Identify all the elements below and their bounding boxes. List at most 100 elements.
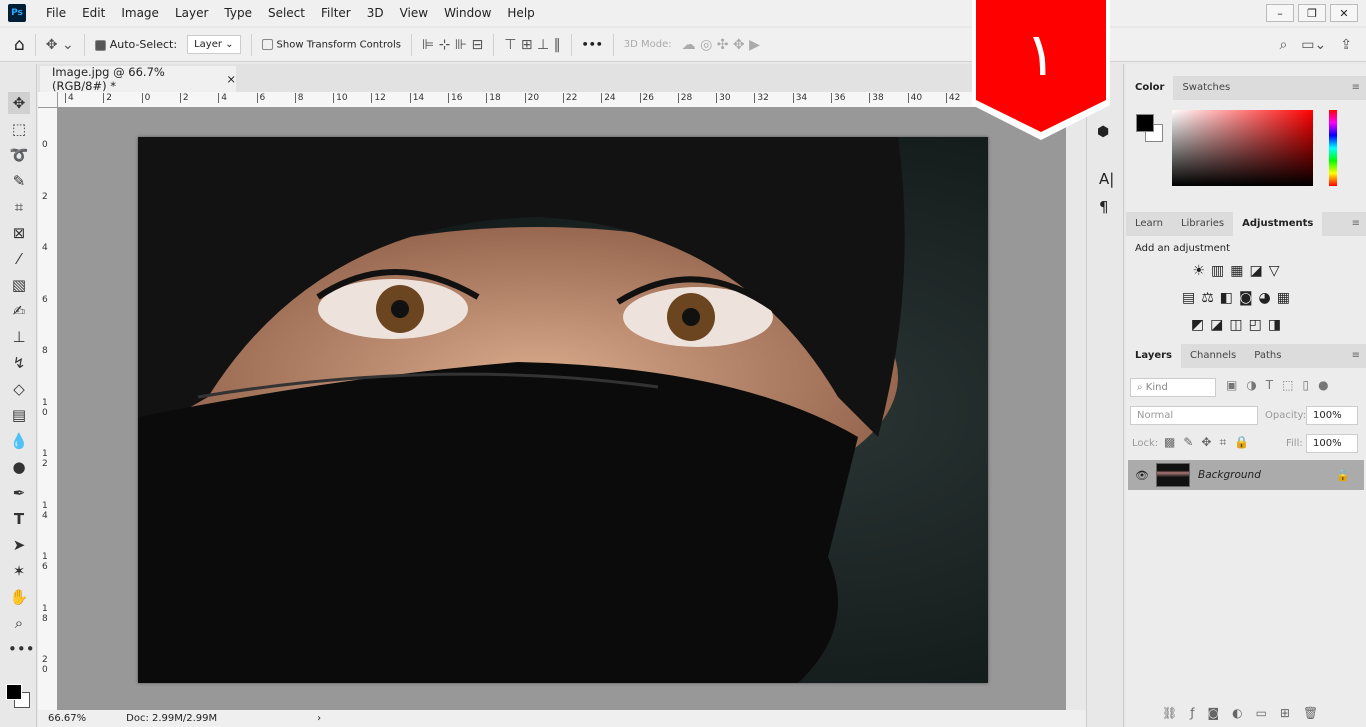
type-tool-icon[interactable]: T <box>8 508 30 530</box>
foreground-color-swatch[interactable] <box>6 684 22 700</box>
vertical-ruler[interactable]: 0 2 4 6 8 10 12 14 16 18 20 <box>38 108 58 710</box>
ruler-label: 42 <box>945 93 960 103</box>
eraser-tool-icon[interactable]: ◇ <box>8 378 30 400</box>
woman-in-niqab-photo <box>138 137 988 683</box>
blend-mode-select[interactable]: Normal <box>1130 406 1258 425</box>
ruler-label: 2 <box>103 93 112 103</box>
gradient-tool-icon[interactable]: ▤ <box>8 404 30 426</box>
move-tool-icon[interactable]: ✥ <box>8 92 30 114</box>
color-foreground-swatch[interactable] <box>1136 114 1154 132</box>
tab-layers[interactable]: Layers <box>1126 344 1181 368</box>
dodge-tool-icon[interactable]: ● <box>8 456 30 478</box>
menu-file[interactable]: File <box>38 6 74 20</box>
layer-select-dropdown[interactable]: Layer ⌄ <box>187 35 241 54</box>
tab-learn[interactable]: Learn <box>1126 212 1172 236</box>
more-options-button[interactable]: ••• <box>582 38 603 51</box>
magic-wand-tool-icon[interactable]: ✎ <box>8 170 30 192</box>
document-image[interactable] <box>138 137 988 683</box>
ruler-origin[interactable] <box>38 92 58 108</box>
close-tab-icon[interactable]: × <box>226 72 236 86</box>
history-brush-tool-icon[interactable]: ↯ <box>8 352 30 374</box>
menu-help[interactable]: Help <box>499 6 542 20</box>
minimize-button[interactable]: – <box>1266 4 1294 22</box>
zoom-level[interactable]: 66.67% <box>48 713 86 724</box>
tab-libraries[interactable]: Libraries <box>1172 212 1233 236</box>
restore-button[interactable]: ❐ <box>1298 4 1326 22</box>
fill-input[interactable]: 100% <box>1306 434 1358 453</box>
lock-icons[interactable]: ▩✎✥⌗🔒 <box>1164 435 1257 450</box>
hand-tool-icon[interactable]: ✋ <box>8 586 30 608</box>
menu-layer[interactable]: Layer <box>167 6 216 20</box>
ruler-label: 28 <box>677 93 692 103</box>
tab-color[interactable]: Color <box>1126 76 1174 100</box>
layer-name[interactable]: Background <box>1198 469 1261 481</box>
move-tool-preset-icon[interactable]: ✥ ⌄ <box>46 37 74 53</box>
crop-tool-icon[interactable]: ⌗ <box>8 196 30 218</box>
menu-filter[interactable]: Filter <box>313 6 359 20</box>
status-menu-arrow[interactable]: › <box>317 713 321 724</box>
edit-toolbar-icon[interactable]: ••• <box>8 638 35 660</box>
search-icon[interactable]: ⌕ <box>1279 37 1287 53</box>
menu-3d[interactable]: 3D <box>359 6 392 20</box>
collapsed-panels-strip: ⬢ A| ¶ <box>1086 64 1124 727</box>
step-number-badge: ١ <box>972 0 1110 140</box>
ruler-label: 2 <box>42 191 48 202</box>
tab-paths[interactable]: Paths <box>1245 344 1290 368</box>
blur-tool-icon[interactable]: 💧 <box>8 430 30 452</box>
layers-footer-icons[interactable]: ⛓ƒ◙◐▭⊞🗑 <box>1162 706 1331 720</box>
layer-filter-kind[interactable]: ⌕ Kind <box>1130 378 1216 397</box>
layer-row[interactable]: 👁 Background 🔒 <box>1128 460 1364 490</box>
color-field[interactable] <box>1172 110 1313 186</box>
close-window-button[interactable]: ✕ <box>1330 4 1358 22</box>
document-tab[interactable]: Image.jpg @ 66.7% (RGB/8#) * × <box>40 65 236 93</box>
ruler-label: 22 <box>562 93 577 103</box>
zoom-tool-icon[interactable]: ⌕ <box>8 612 30 634</box>
frame-tool-icon[interactable]: ⊠ <box>8 222 30 244</box>
horizontal-ruler[interactable]: 4 2 0 2 4 6 8 10 12 14 16 18 20 22 24 26 28 30 32 34 36 38 40 4… <box>58 92 1066 108</box>
document-tabs: Image.jpg @ 66.7% (RGB/8#) * × <box>38 64 1086 93</box>
path-select-tool-icon[interactable]: ➤ <box>8 534 30 556</box>
menu-select[interactable]: Select <box>260 6 313 20</box>
menu-image[interactable]: Image <box>113 6 167 20</box>
paragraph-panel-icon[interactable]: ¶ <box>1099 198 1109 216</box>
menu-edit[interactable]: Edit <box>74 6 113 20</box>
3d-mode-icons[interactable]: ☁ ◎ ✣ ✥ ▶ <box>682 37 760 53</box>
stamp-tool-icon[interactable]: ⊥ <box>8 326 30 348</box>
layer-lock-icon: 🔒 <box>1336 468 1350 482</box>
tab-adjustments[interactable]: Adjustments <box>1233 212 1323 236</box>
badge-number: ١ <box>1025 20 1057 90</box>
layer-filter-icons[interactable]: ▣◑T⬚▯● <box>1226 378 1338 392</box>
menu-view[interactable]: View <box>392 6 436 20</box>
adjustment-icons[interactable]: ☀▥▦◪▽ ▤⚖◧◙◕▦ ◩◪◫◰◨ <box>1154 258 1324 339</box>
hue-slider[interactable] <box>1329 110 1337 186</box>
tab-channels[interactable]: Channels <box>1181 344 1245 368</box>
character-panel-icon[interactable]: A| <box>1099 170 1114 188</box>
panel-menu-icon[interactable]: ≡ <box>1352 212 1360 236</box>
healing-tool-icon[interactable]: ▧ <box>8 274 30 296</box>
pen-tool-icon[interactable]: ✒ <box>8 482 30 504</box>
panel-menu-icon[interactable]: ≡ <box>1352 76 1360 100</box>
brush-tool-icon[interactable]: ✍ <box>8 300 30 322</box>
opacity-input[interactable]: 100% <box>1306 406 1358 425</box>
auto-select-checkbox[interactable]: Auto-Select: <box>94 38 177 51</box>
canvas-area[interactable] <box>58 108 1066 710</box>
ruler-label: 14 <box>42 500 48 521</box>
distribute-icons[interactable]: ⊤ ⊞ ⊥ ‖ <box>504 37 560 53</box>
photoshop-logo: Ps <box>8 4 26 22</box>
workspace-icon[interactable]: ▭⌄ <box>1301 37 1326 53</box>
align-icons[interactable]: ⊫ ⊹ ⊪ ⊟ <box>422 37 483 53</box>
tools-panel: ✥ ⬚ ➰ ✎ ⌗ ⊠ ⁄ ▧ ✍ ⊥ ↯ ◇ ▤ 💧 ● ✒ T ➤ ✶ ✋ … <box>0 64 37 727</box>
eyedropper-tool-icon[interactable]: ⁄ <box>8 248 30 270</box>
menu-type[interactable]: Type <box>216 6 260 20</box>
show-transform-checkbox[interactable]: Show Transform Controls <box>261 38 401 50</box>
share-icon[interactable]: ⇪ <box>1340 37 1352 53</box>
marquee-tool-icon[interactable]: ⬚ <box>8 118 30 140</box>
home-icon[interactable]: ⌂ <box>14 35 25 55</box>
shape-tool-icon[interactable]: ✶ <box>8 560 30 582</box>
tab-swatches[interactable]: Swatches <box>1173 76 1239 100</box>
panel-menu-icon[interactable]: ≡ <box>1352 344 1360 368</box>
lasso-tool-icon[interactable]: ➰ <box>8 144 30 166</box>
ruler-label: 4 <box>42 243 48 253</box>
menu-window[interactable]: Window <box>436 6 499 20</box>
visibility-eye-icon[interactable]: 👁 <box>1128 469 1156 482</box>
